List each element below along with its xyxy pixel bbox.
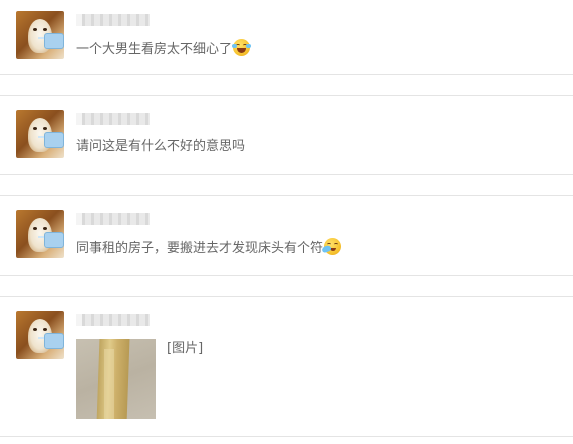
comment-text: 同事租的房子，要搬进去才发现床头有个符	[76, 238, 342, 258]
comment-text: 一个大男生看房太不细心了	[76, 39, 252, 59]
comment-feed: 一个大男生看房太不细心了 请问这是有什么不好的意思吗 同事租的房子，要搬进去才发…	[0, 0, 573, 444]
comment-text: 请问这是有什么不好的意思吗	[76, 139, 246, 154]
divider	[0, 95, 573, 96]
image-thumbnail[interactable]	[76, 339, 156, 419]
avatar[interactable]	[16, 210, 64, 258]
blurred-username	[76, 113, 150, 125]
blurred-username	[76, 314, 150, 326]
divider	[0, 296, 573, 297]
image-placeholder-label: [图片]	[167, 341, 204, 356]
divider	[0, 436, 573, 437]
avatar[interactable]	[16, 311, 64, 359]
wipe-tears-emoji-icon	[321, 238, 342, 255]
avatar[interactable]	[16, 11, 64, 59]
avatar[interactable]	[16, 110, 64, 158]
divider	[0, 195, 573, 196]
divider	[0, 74, 573, 75]
divider	[0, 275, 573, 276]
divider	[0, 174, 573, 175]
laugh-cry-emoji-icon	[232, 39, 252, 56]
blurred-username	[76, 213, 150, 225]
blurred-username	[76, 14, 150, 26]
